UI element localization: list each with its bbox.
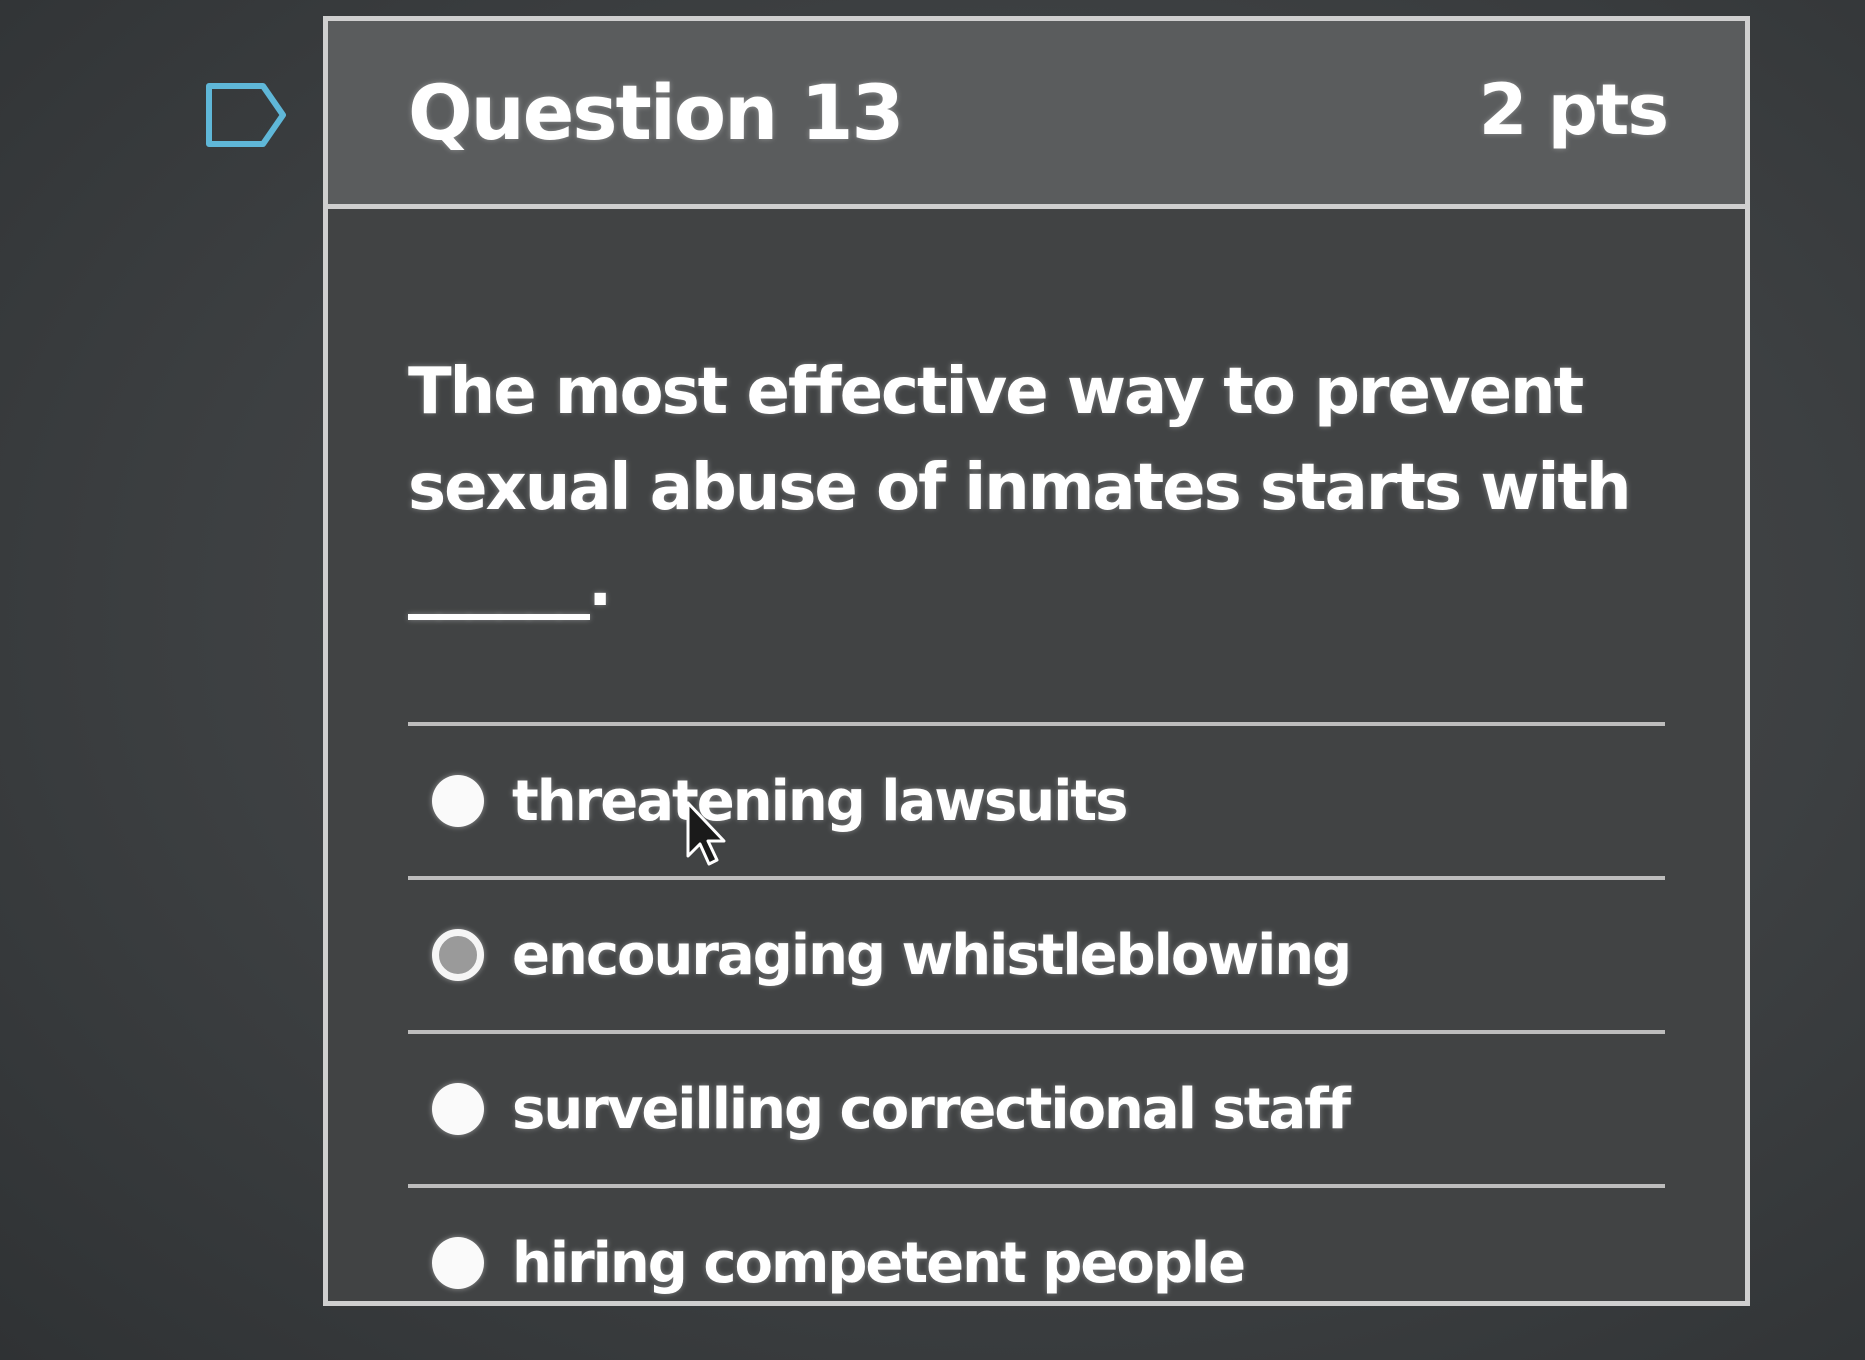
radio-button[interactable] bbox=[432, 1237, 484, 1289]
answer-option-2[interactable]: encouraging whistleblowing bbox=[408, 880, 1665, 1034]
radio-button[interactable] bbox=[432, 1083, 484, 1135]
question-card: Question 13 2 pts The most effective way… bbox=[323, 16, 1750, 1306]
answer-list: threatening lawsuits encouraging whistle… bbox=[408, 722, 1665, 1338]
answer-label: encouraging whistleblowing bbox=[512, 922, 1352, 988]
question-header: Question 13 2 pts bbox=[328, 21, 1745, 209]
answer-option-4[interactable]: hiring competent people bbox=[408, 1188, 1665, 1338]
answer-option-1[interactable]: threatening lawsuits bbox=[408, 726, 1665, 880]
question-text: The most effective way to prevent sexual… bbox=[408, 355, 1632, 621]
flag-question-icon[interactable] bbox=[205, 82, 287, 148]
radio-button[interactable] bbox=[432, 775, 484, 827]
answer-option-3[interactable]: surveilling correctional staff bbox=[408, 1034, 1665, 1188]
answer-label: hiring competent people bbox=[512, 1230, 1246, 1296]
question-points: 2 pts bbox=[1478, 68, 1669, 151]
answer-label: threatening lawsuits bbox=[512, 768, 1128, 834]
answer-label: surveilling correctional staff bbox=[512, 1076, 1351, 1142]
mouse-pointer-icon bbox=[686, 801, 726, 866]
radio-button[interactable] bbox=[432, 929, 484, 981]
question-title: Question 13 bbox=[408, 68, 904, 157]
question-body: The most effective way to prevent sexual… bbox=[328, 209, 1745, 1338]
